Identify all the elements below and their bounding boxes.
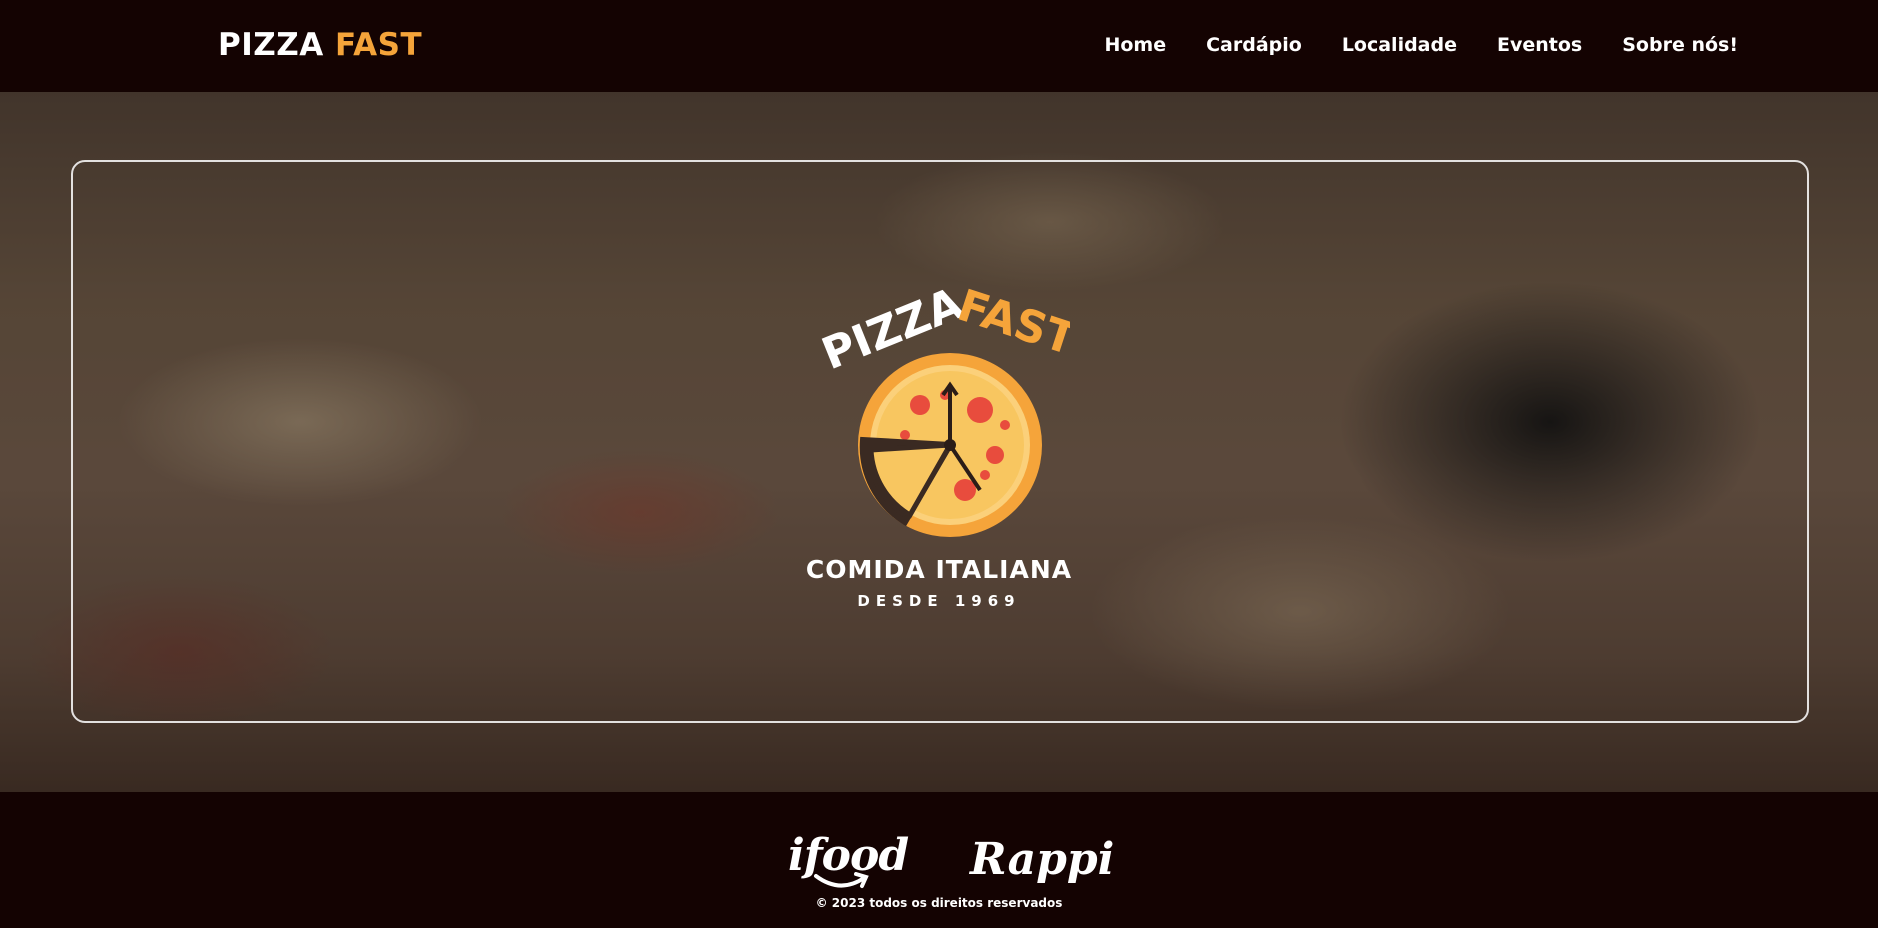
pizza-clock-icon	[858, 353, 1042, 537]
nav-sobre-nos[interactable]: Sobre nós!	[1622, 34, 1738, 56]
brand-logo[interactable]: PIZZA FAST	[218, 27, 422, 63]
copyright-notice: © 2023 todos os direitos reservados	[815, 896, 1063, 910]
nav-home[interactable]: Home	[1104, 34, 1166, 56]
ifood-smile-icon	[814, 872, 869, 888]
pizza-fast-emblem: PIZZA FAST	[810, 270, 1070, 550]
hero-subtagline: DESDE 1969	[857, 592, 1021, 610]
nav-eventos[interactable]: Eventos	[1497, 34, 1582, 56]
nav-localidade[interactable]: Localidade	[1342, 34, 1457, 56]
brand-main: PIZZA	[218, 27, 324, 63]
brand-accent: FAST	[335, 27, 423, 63]
nav-cardapio[interactable]: Cardápio	[1206, 34, 1302, 56]
main-nav: Home Cardápio Localidade Eventos Sobre n…	[1104, 34, 1738, 56]
top-navbar: PIZZA FAST Home Cardápio Localidade Even…	[0, 0, 1878, 92]
rappi-logo-link[interactable]: Rappi	[970, 834, 1114, 885]
hero-tagline: COMIDA ITALIANA	[805, 555, 1073, 584]
